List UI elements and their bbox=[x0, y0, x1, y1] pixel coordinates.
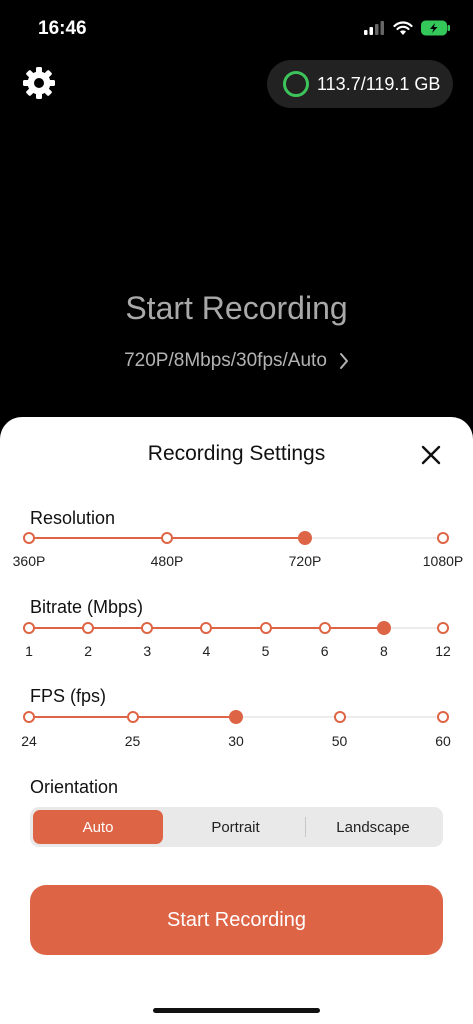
resolution-option-label: 480P bbox=[150, 553, 184, 569]
fps-label: FPS (fps) bbox=[30, 686, 107, 706]
bitrate-option-label: 5 bbox=[261, 643, 270, 659]
hero-title: Start Recording bbox=[125, 290, 348, 326]
bitrate-slider-thumb[interactable] bbox=[376, 621, 391, 635]
settings-gear-icon[interactable] bbox=[22, 66, 56, 100]
bitrate-option-label: 4 bbox=[202, 643, 211, 659]
home-indicator bbox=[153, 1008, 320, 1013]
sheet-title: Recording Settings bbox=[147, 442, 326, 465]
fps-slider-stop[interactable] bbox=[126, 711, 139, 723]
fps-option-label: 50 bbox=[331, 733, 348, 749]
fps-option-label: 30 bbox=[228, 733, 244, 749]
orientation-option-portrait[interactable]: Portrait bbox=[167, 810, 304, 844]
bitrate-option-label: 3 bbox=[143, 643, 152, 659]
start-recording-button[interactable]: Start Recording bbox=[30, 885, 443, 955]
bitrate-option-label: 1 bbox=[25, 643, 33, 659]
fps-slider-stop[interactable] bbox=[437, 711, 449, 723]
fps-option-label: 25 bbox=[124, 733, 141, 749]
bitrate-option-label: 8 bbox=[379, 643, 388, 659]
storage-indicator[interactable]: 113.7/119.1 GB bbox=[267, 60, 453, 108]
orientation-option-landscape[interactable]: Landscape bbox=[306, 810, 440, 844]
storage-text: 113.7/119.1 GB bbox=[317, 73, 441, 94]
bitrate-option-label: 6 bbox=[320, 643, 329, 659]
bitrate-slider-stop[interactable] bbox=[437, 622, 449, 634]
battery-charging-icon bbox=[421, 20, 450, 36]
recording-summary[interactable]: 720P/8Mbps/30fps/Auto bbox=[0, 350, 473, 372]
bitrate-label: Bitrate (Mbps) bbox=[30, 597, 144, 617]
cellular-signal-icon bbox=[364, 21, 384, 35]
fps-option-label: 24 bbox=[21, 733, 37, 749]
bitrate-option-label: 2 bbox=[84, 643, 93, 659]
status-time: 16:46 bbox=[38, 18, 87, 39]
resolution-option-label: 360P bbox=[12, 553, 46, 569]
resolution-slider-stop[interactable] bbox=[23, 532, 35, 544]
recording-summary-text: 720P/8Mbps/30fps/Auto bbox=[124, 350, 327, 371]
resolution-option-label: 720P bbox=[288, 553, 322, 569]
resolution-slider-thumb[interactable] bbox=[298, 531, 312, 545]
orientation-option-auto[interactable]: Auto bbox=[33, 810, 163, 844]
fps-slider-stop[interactable] bbox=[23, 711, 35, 723]
fps-slider-thumb[interactable] bbox=[229, 710, 243, 724]
resolution-option-label: 1080P bbox=[422, 553, 464, 569]
resolution-label: Resolution bbox=[30, 508, 116, 528]
resolution-slider-stop[interactable] bbox=[161, 532, 173, 544]
orientation-label: Orientation bbox=[30, 777, 119, 797]
status-icons bbox=[363, 20, 451, 36]
bitrate-option-label: 12 bbox=[435, 643, 451, 659]
orientation-segmented-control: Auto Portrait Landscape bbox=[30, 807, 443, 847]
bitrate-slider-stop[interactable] bbox=[23, 622, 35, 634]
bitrate-slider-stop[interactable] bbox=[318, 622, 331, 634]
storage-ring-icon bbox=[283, 71, 309, 97]
fps-slider-stop[interactable] bbox=[333, 711, 346, 723]
bitrate-slider-stop[interactable] bbox=[259, 622, 272, 634]
chevron-right-icon bbox=[339, 353, 348, 369]
wifi-icon bbox=[393, 20, 413, 35]
close-icon[interactable] bbox=[419, 443, 443, 467]
resolution-slider-stop[interactable] bbox=[437, 532, 449, 544]
fps-option-label: 60 bbox=[435, 733, 451, 749]
